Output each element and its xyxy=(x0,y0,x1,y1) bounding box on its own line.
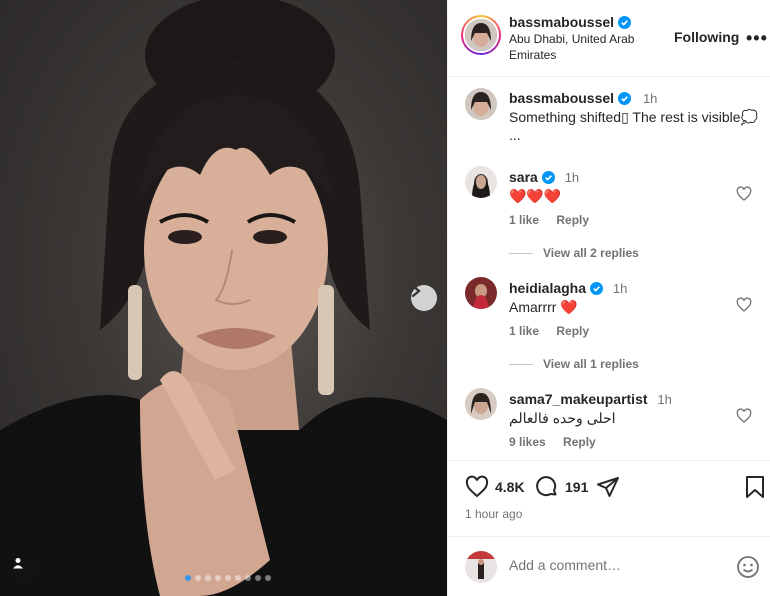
paper-plane-icon xyxy=(597,477,619,497)
reply-button[interactable]: Reply xyxy=(556,324,589,338)
verified-badge-icon xyxy=(590,282,604,295)
view-replies-button[interactable]: View all 1 replies xyxy=(509,357,639,371)
comment-username[interactable]: heidialagha xyxy=(509,280,586,296)
caption-avatar[interactable] xyxy=(465,88,497,120)
carousel-indicator xyxy=(185,575,271,581)
heart-outline-icon xyxy=(736,408,752,423)
comment-button[interactable]: 191 xyxy=(535,475,588,499)
comment-meta: 1 like Reply xyxy=(509,213,603,227)
my-avatar-image xyxy=(465,551,497,583)
comment-likes[interactable]: 9 likes xyxy=(509,435,546,449)
commenter-avatar-image xyxy=(465,277,497,309)
add-comment-input[interactable] xyxy=(509,557,719,573)
save-button[interactable] xyxy=(744,475,766,499)
comment-likes[interactable]: 1 like xyxy=(509,324,539,338)
comment-time: 1h xyxy=(612,281,628,296)
heart-outline-icon xyxy=(736,186,752,201)
post-side-panel: bassmaboussel Abu Dhabi, United Arab Emi… xyxy=(447,0,770,596)
carousel-dot xyxy=(225,575,231,581)
comment-time: 1h xyxy=(564,170,580,185)
tagged-users-button[interactable] xyxy=(12,557,38,583)
comment-text: ❤️❤️❤️ xyxy=(509,188,562,204)
view-replies-button[interactable]: View all 2 replies xyxy=(509,246,639,260)
more-options-button[interactable]: ••• xyxy=(746,28,768,49)
commenter-avatar-image xyxy=(465,166,497,198)
comment-meta: 9 likes Reply xyxy=(509,435,610,449)
carousel-dot xyxy=(255,575,261,581)
carousel-dot xyxy=(235,575,241,581)
like-count[interactable]: 4.8K xyxy=(495,479,525,495)
carousel-dot xyxy=(205,575,211,581)
person-icon xyxy=(13,558,23,569)
post-photo[interactable] xyxy=(0,0,447,596)
carousel-dot xyxy=(185,575,191,581)
share-button[interactable] xyxy=(596,475,620,499)
commenter-avatar[interactable] xyxy=(465,166,497,198)
commenter-avatar[interactable] xyxy=(465,277,497,309)
caption-username[interactable]: bassmaboussel xyxy=(509,90,614,106)
comment-composer xyxy=(448,536,770,596)
replies-divider xyxy=(509,363,533,365)
comment-body: sara 1h ❤️❤️❤️ xyxy=(509,168,739,205)
heart-outline-icon xyxy=(736,297,752,312)
comment-username[interactable]: sama7_makeupartist xyxy=(509,391,648,407)
view-replies-label[interactable]: View all 2 replies xyxy=(543,246,639,260)
post-actions xyxy=(448,460,770,461)
comment-meta: 1 like Reply xyxy=(509,324,603,338)
comment-time: 1h xyxy=(657,392,672,407)
carousel-dot xyxy=(195,575,201,581)
author-username[interactable]: bassmaboussel xyxy=(509,14,632,30)
replies-divider xyxy=(509,252,533,254)
comment-bubble-icon xyxy=(536,476,557,497)
carousel-dot xyxy=(265,575,271,581)
next-image-button[interactable] xyxy=(411,285,437,311)
caption-avatar-image xyxy=(465,88,497,120)
verified-badge-icon xyxy=(618,92,632,105)
post-time[interactable]: 1 hour ago xyxy=(465,507,522,521)
reply-button[interactable]: Reply xyxy=(556,213,589,227)
carousel-dot xyxy=(245,575,251,581)
reply-button[interactable]: Reply xyxy=(563,435,596,449)
carousel-dot xyxy=(215,575,221,581)
chevron-right-icon xyxy=(411,285,421,297)
comment-username[interactable]: sara xyxy=(509,169,538,185)
following-button[interactable]: Following xyxy=(674,29,739,45)
comment-text: Amarrrr ❤️ xyxy=(509,299,578,315)
view-replies-label[interactable]: View all 1 replies xyxy=(543,357,639,371)
like-button[interactable]: 4.8K xyxy=(465,475,525,499)
post-header: bassmaboussel Abu Dhabi, United Arab Emi… xyxy=(448,0,770,77)
heart-outline-icon xyxy=(465,475,489,498)
comment-likes[interactable]: 1 like xyxy=(509,213,539,227)
caption-body: bassmaboussel 1h Something shifted▯ The … xyxy=(509,89,759,144)
author-username-text[interactable]: bassmaboussel xyxy=(509,14,614,30)
verified-badge-icon xyxy=(541,171,555,184)
comment-count[interactable]: 191 xyxy=(565,479,588,495)
commenter-avatar-image xyxy=(465,388,497,420)
post-location[interactable]: Abu Dhabi, United Arab Emirates xyxy=(509,31,659,63)
comment-body: heidialagha 1h Amarrrr ❤️ xyxy=(509,279,739,316)
like-comment-button[interactable] xyxy=(736,186,752,205)
like-comment-button[interactable] xyxy=(736,297,752,316)
caption-time: 1h xyxy=(642,91,658,106)
author-avatar-image xyxy=(465,19,497,51)
comment-text: احلى وحده فالعالم xyxy=(509,410,616,426)
my-avatar xyxy=(465,551,497,583)
smiley-icon xyxy=(737,556,759,578)
bookmark-icon xyxy=(746,476,764,498)
like-comment-button[interactable] xyxy=(736,408,752,427)
commenter-avatar[interactable] xyxy=(465,388,497,420)
emoji-button[interactable] xyxy=(736,555,760,582)
caption-text: Something shifted▯ The rest is visible💭 … xyxy=(509,109,758,143)
comment-body: sama7_makeupartist 1h احلى وحده فالعالم xyxy=(509,390,739,427)
portrait-image xyxy=(0,0,447,596)
verified-badge-icon xyxy=(618,16,632,29)
author-avatar[interactable] xyxy=(461,15,501,55)
